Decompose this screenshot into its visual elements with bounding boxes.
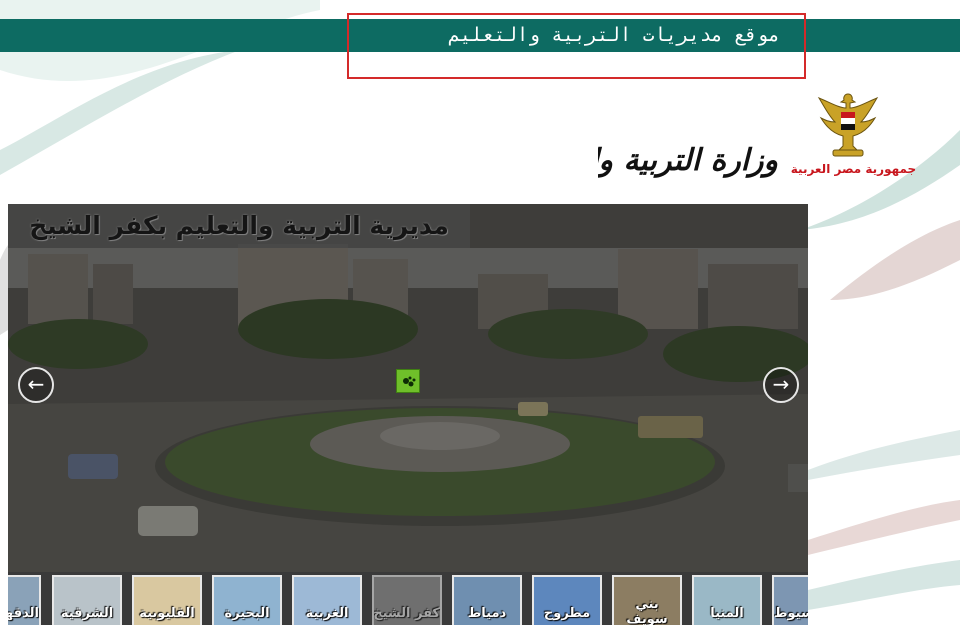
loading-spinner-icon: [396, 369, 420, 393]
thumbnail-label: كفر الشيخ: [373, 606, 440, 621]
thumbnail-matrouh[interactable]: مطروح: [532, 575, 602, 625]
thumbnail-beheira[interactable]: البحيرة: [212, 575, 282, 625]
thumbnail-label: أسيوط: [774, 606, 808, 621]
slide-caption: مديرية التربية والتعليم بكفر الشيخ: [8, 204, 470, 248]
thumbnail-label: مطروح: [543, 606, 591, 621]
thumbnail-label: دمياط: [467, 606, 507, 621]
thumbnail-assiut[interactable]: أسيوط: [772, 575, 808, 625]
thumbnail-label: الشرقية: [60, 606, 114, 621]
thumbnail-beni-suef[interactable]: بني سويف: [612, 575, 682, 625]
egypt-eagle-icon: [817, 93, 879, 157]
ministry-logo: وزارة التربية والتعليم: [598, 143, 778, 178]
previous-arrow-icon[interactable]: ←: [18, 367, 54, 403]
thumbnail-strip: الدقهلية الشرقية القليوبية البحيرة الغرب…: [8, 572, 808, 625]
thumbnail-label: البحيرة: [224, 606, 270, 621]
thumbnail-label: الغربية: [305, 606, 349, 621]
title-highlight-box: [347, 13, 806, 79]
thumbnail-sharqia[interactable]: الشرقية: [52, 575, 122, 625]
thumbnail-dakahlia[interactable]: الدقهلية: [8, 575, 41, 625]
thumbnail-label: الدقهلية: [8, 606, 39, 621]
thumbnail-qalyubia[interactable]: القليوبية: [132, 575, 202, 625]
thumbnail-damietta[interactable]: دمياط: [452, 575, 522, 625]
thumbnail-minya[interactable]: المنيا: [692, 575, 762, 625]
republic-label: جمهورية مصر العربية: [790, 162, 917, 176]
thumbnail-label: المنيا: [710, 606, 744, 621]
thumbnail-label: بني سويف: [626, 597, 668, 625]
next-arrow-icon[interactable]: →: [763, 367, 799, 403]
thumbnail-kafr-el-sheikh[interactable]: كفر الشيخ: [372, 575, 442, 625]
thumbnail-label: القليوبية: [139, 606, 195, 621]
thumbnail-gharbia[interactable]: الغربية: [292, 575, 362, 625]
image-slider[interactable]: مديرية التربية والتعليم بكفر الشيخ ← →: [8, 204, 808, 572]
